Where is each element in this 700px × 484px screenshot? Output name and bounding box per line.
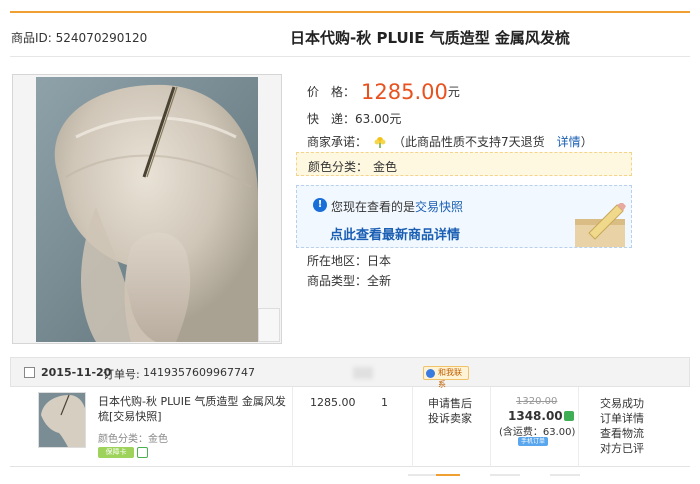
shipping-row: 快 递：63.00元 bbox=[307, 110, 401, 127]
order-no-label: 订单号: bbox=[103, 368, 140, 381]
type-row: 商品类型：全新 bbox=[307, 272, 391, 289]
col-divider bbox=[490, 387, 491, 467]
order-original-price: 1320.00 bbox=[516, 396, 558, 407]
latest-details-link[interactable]: 点此查看最新商品详情 bbox=[330, 224, 460, 243]
info-icon: ! bbox=[313, 198, 327, 212]
order-paid-price: 1348.00 bbox=[508, 409, 574, 423]
order-checkbox[interactable] bbox=[24, 367, 35, 378]
order-item-color: 颜色分类：金色 bbox=[98, 434, 168, 445]
paid-check-icon bbox=[563, 411, 574, 421]
top-accent-rule bbox=[10, 11, 690, 13]
color-label: 颜色分类： bbox=[308, 160, 369, 174]
order-details-link[interactable]: 订单详情 bbox=[600, 411, 644, 426]
order-freight: (含运费：63.00) bbox=[499, 427, 576, 438]
product-id: 商品ID: 524070290120 bbox=[11, 31, 148, 45]
color-value: 金色 bbox=[373, 160, 398, 174]
snapshot-notice: ! 您现在查看的是交易快照 点此查看最新商品详情 bbox=[296, 185, 632, 248]
promise-text: （此商品性质不支持7天退货 bbox=[393, 135, 545, 149]
color-option-box: 颜色分类： 金色 bbox=[296, 152, 632, 176]
col-divider bbox=[412, 387, 413, 467]
snapshot-text: 您现在查看的是交易快照 bbox=[331, 200, 464, 214]
guarantee-badge[interactable]: 保障卡 bbox=[98, 447, 134, 458]
contact-seller-button[interactable]: 和我联系 bbox=[423, 366, 469, 389]
price-unit: 元 bbox=[447, 85, 460, 99]
order-no-value: 1419357609967747 bbox=[143, 366, 255, 379]
shipping-label: 快 递： bbox=[307, 112, 356, 126]
promise-row: 商家承诺： （此商品性质不支持7天退货 详情） bbox=[307, 135, 593, 149]
order-unit-price: 1285.00 bbox=[310, 396, 356, 409]
square-badge-icon[interactable] bbox=[137, 447, 148, 458]
mobile-order-badge: 手机订单 bbox=[518, 437, 548, 446]
region-label: 所在地区： bbox=[307, 254, 368, 268]
apply-after-sale-link[interactable]: 申请售后 bbox=[428, 396, 472, 411]
order-quantity: 1 bbox=[381, 396, 388, 409]
view-logistics-link[interactable]: 查看物流 bbox=[600, 426, 644, 441]
shipping-value: 63.00元 bbox=[355, 112, 402, 126]
type-label: 商品类型： bbox=[307, 274, 368, 288]
flower-badge-icon bbox=[373, 135, 387, 149]
thumbnail-corner[interactable] bbox=[258, 308, 280, 342]
bottom-strip bbox=[400, 474, 690, 478]
header-divider bbox=[10, 56, 690, 57]
chat-icon bbox=[426, 369, 435, 378]
order-status-links: 交易成功 订单详情 查看物流 对方已评 bbox=[600, 396, 644, 456]
order-header: 2015-11-20 订单号: 1419357609967747 和我联系 bbox=[10, 357, 690, 389]
type-value: 全新 bbox=[367, 274, 392, 288]
promise-label: 商家承诺： bbox=[307, 135, 368, 149]
promise-detail-link[interactable]: 详情 bbox=[557, 135, 581, 149]
order-item-title-link[interactable]: 日本代购-秋 PLUIE 气质造型 金属风发梳[交易快照] bbox=[98, 394, 294, 424]
order-item-badges: 保障卡 bbox=[98, 445, 148, 459]
rated-status: 对方已评 bbox=[600, 442, 644, 455]
product-photo[interactable] bbox=[36, 77, 258, 342]
status-trade-success: 交易成功 bbox=[600, 397, 644, 410]
order-date: 2015-11-20 bbox=[41, 366, 112, 379]
snapshot-link[interactable]: 交易快照 bbox=[415, 200, 463, 214]
col-divider bbox=[578, 387, 579, 467]
blurred-seller-name bbox=[353, 367, 373, 379]
pencil-box-icon bbox=[571, 202, 629, 247]
page-title: 日本代购-秋 PLUIE 气质造型 金属风发梳 bbox=[290, 29, 570, 47]
price-value: 1285.00 bbox=[361, 80, 448, 104]
price-label: 价 格： bbox=[307, 85, 356, 99]
complain-seller-link[interactable]: 投诉卖家 bbox=[428, 411, 472, 426]
after-sale-links: 申请售后 投诉卖家 bbox=[428, 396, 472, 426]
region-value: 日本 bbox=[367, 254, 392, 268]
order-item-thumbnail[interactable] bbox=[38, 392, 86, 448]
price-row: 价 格： 1285.00元 bbox=[307, 80, 460, 104]
region-row: 所在地区：日本 bbox=[307, 252, 391, 269]
